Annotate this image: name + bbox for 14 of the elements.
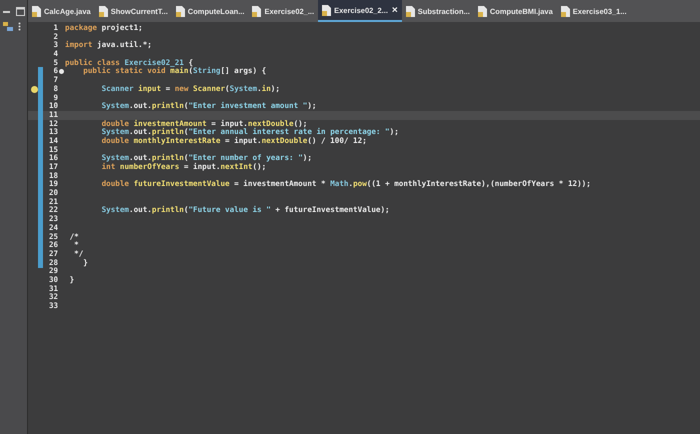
warning-marker-icon[interactable] xyxy=(31,86,38,93)
java-file-icon xyxy=(560,6,570,16)
maximize-icon[interactable] xyxy=(16,7,25,16)
java-file-icon xyxy=(32,6,41,16)
java-file-icon xyxy=(252,6,262,16)
java-file-icon xyxy=(406,6,415,16)
view-menu-icon[interactable] xyxy=(18,22,21,31)
java-file-icon xyxy=(98,6,108,16)
fold-marker-icon[interactable] xyxy=(59,69,64,74)
java-file-icon xyxy=(176,6,185,16)
java-file-icon xyxy=(322,4,332,16)
java-file-icon xyxy=(478,6,487,16)
close-button[interactable]: × xyxy=(392,4,398,16)
package-explorer-icon[interactable] xyxy=(3,22,13,31)
